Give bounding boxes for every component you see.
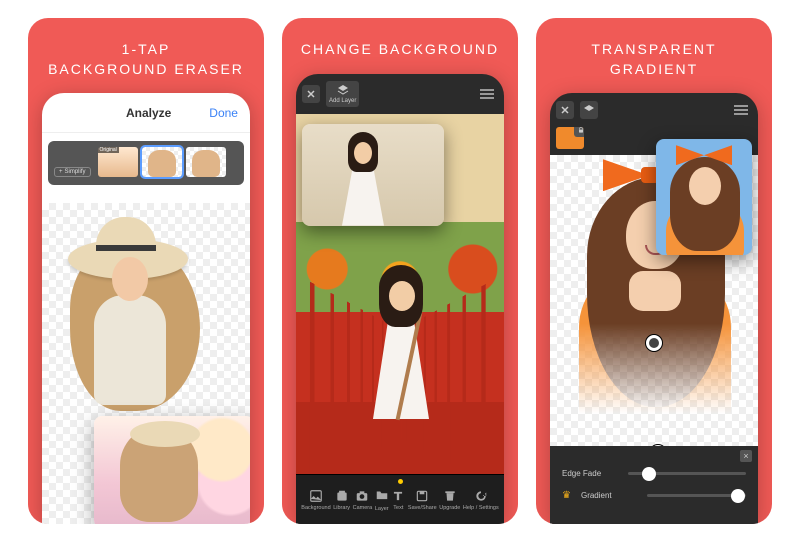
lock-icon <box>577 127 584 134</box>
thumb-cutout-1[interactable] <box>142 147 182 177</box>
promo-card-2: CHANGE BACKGROUND Add Layer <box>282 18 518 524</box>
layers-icon <box>583 104 595 116</box>
card-title: 1-TAP BACKGROUND ERASER <box>48 40 244 79</box>
toolbar-text[interactable]: Text <box>391 489 405 511</box>
slider-label: Gradient <box>581 491 637 500</box>
editor-header: Add Layer <box>296 74 504 114</box>
original-photo-popup <box>94 416 250 524</box>
gradient-handle-start[interactable] <box>646 335 662 351</box>
close-button[interactable] <box>302 85 320 103</box>
slider-track[interactable] <box>647 494 746 497</box>
simplify-label: Simplify <box>65 169 86 175</box>
toolbar-label: Help / Settings <box>463 505 499 511</box>
promo-card-1: 1-TAP BACKGROUND ERASER Analyze Done + S… <box>28 18 264 524</box>
toolbar-label: Library <box>333 505 350 511</box>
phone-frame: × Edge Fade ♛ Gradient <box>550 93 758 524</box>
done-button[interactable]: Done <box>209 106 238 120</box>
result-thumbnails: + Simplify Original <box>48 141 244 185</box>
layer-lock[interactable] <box>574 127 584 137</box>
add-layer-label: Add Layer <box>329 98 356 104</box>
panel-close-button[interactable]: × <box>740 450 752 462</box>
save-icon <box>415 489 429 503</box>
toolbar-save[interactable]: Save/Share <box>408 489 437 511</box>
toolbar-label: Upgrade <box>439 505 460 511</box>
toolbar-help[interactable]: Help / Settings <box>463 489 499 511</box>
original-photo-popup <box>302 124 444 226</box>
plus-icon: + <box>59 169 63 175</box>
layers-icon <box>337 84 349 96</box>
library-icon <box>335 489 349 503</box>
slider-knob[interactable] <box>731 489 745 503</box>
card-title: TRANSPARENT GRADIENT <box>591 40 716 79</box>
simplify-chip[interactable]: + Simplify <box>54 167 91 177</box>
badge-dot <box>398 479 403 484</box>
toolbar-upgrade[interactable]: Upgrade <box>439 489 460 511</box>
menu-button[interactable] <box>476 85 498 103</box>
crown-icon: ♛ <box>562 490 571 501</box>
thumb-label: Original <box>98 147 119 153</box>
add-layer-button[interactable]: Add Layer <box>326 81 359 107</box>
thumb-cutout-2[interactable] <box>186 147 226 177</box>
header-title: Analyze <box>126 106 171 120</box>
toolbar-label: Background <box>301 505 330 511</box>
image-icon <box>309 489 323 503</box>
slider-label: Edge Fade <box>562 469 618 478</box>
close-button[interactable] <box>556 101 574 119</box>
add-layer-button[interactable] <box>580 101 598 119</box>
reload-icon <box>474 489 488 503</box>
foreground-person[interactable] <box>363 265 437 425</box>
slider-gradient: ♛ Gradient <box>562 490 746 501</box>
trash-icon <box>443 489 457 503</box>
slider-edge-fade: Edge Fade <box>562 469 746 478</box>
toolbar-camera[interactable]: Camera <box>353 489 373 511</box>
gradient-controls: × Edge Fade ♛ Gradient <box>550 446 758 524</box>
editor-header <box>550 93 758 127</box>
promo-card-3: TRANSPARENT GRADIENT <box>536 18 772 524</box>
slider-knob[interactable] <box>642 467 656 481</box>
toolbar-label: Text <box>393 505 403 511</box>
phone-frame: Analyze Done + Simplify Original <box>42 93 250 524</box>
text-icon <box>391 489 405 503</box>
cutout-person[interactable] <box>50 211 200 411</box>
folder-icon <box>375 488 389 502</box>
toolbar-label: Layer <box>375 506 389 512</box>
card-title: CHANGE BACKGROUND <box>301 40 499 60</box>
layer-thumb[interactable] <box>556 127 584 149</box>
toolbar-library[interactable]: Library <box>333 489 350 511</box>
bottom-toolbar: Background Library Camera Layer Text <box>296 474 504 524</box>
toolbar-background[interactable]: Background <box>301 489 330 511</box>
toolbar-layer[interactable]: Layer <box>375 488 389 512</box>
slider-track[interactable] <box>628 472 746 475</box>
original-photo-popup <box>656 139 752 255</box>
menu-button[interactable] <box>730 101 752 119</box>
editor-header: Analyze Done <box>42 93 250 133</box>
camera-icon <box>355 489 369 503</box>
close-icon <box>305 88 317 100</box>
thumb-original[interactable]: Original <box>98 147 138 177</box>
toolbar-label: Save/Share <box>408 505 437 511</box>
close-icon <box>559 104 571 116</box>
toolbar-label: Camera <box>353 505 373 511</box>
phone-frame: Add Layer Background <box>296 74 504 524</box>
